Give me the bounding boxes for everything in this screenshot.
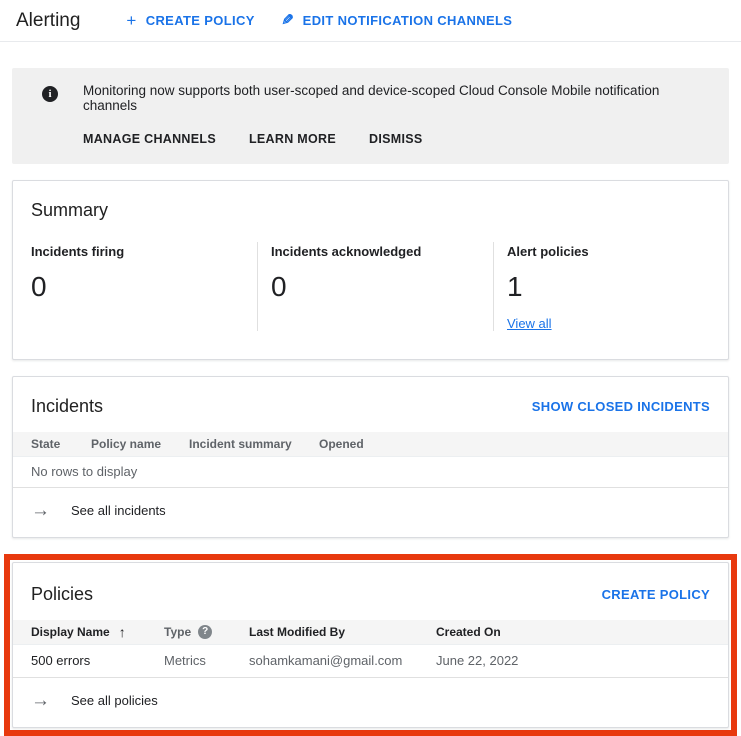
summary-title: Summary xyxy=(31,200,108,221)
stat-label: Incidents acknowledged xyxy=(271,244,483,259)
summary-stats: Incidents firing 0 Incidents acknowledge… xyxy=(13,236,728,359)
summary-card: Summary Incidents firing 0 Incidents ack… xyxy=(12,180,729,360)
info-icon: i xyxy=(42,86,58,102)
column-last-modified-by: Last Modified By xyxy=(249,625,436,639)
create-policy-label: CREATE POLICY xyxy=(146,13,255,28)
incidents-title: Incidents xyxy=(31,396,103,417)
pencil-icon: ✎ xyxy=(281,13,294,28)
column-type-label: Type xyxy=(164,625,191,639)
stat-incidents-firing: Incidents firing 0 xyxy=(13,242,257,331)
stat-alert-policies: Alert policies 1 View all xyxy=(493,242,728,331)
column-policy-name: Policy name xyxy=(91,437,189,451)
column-incident-summary: Incident summary xyxy=(189,437,319,451)
policy-last-modified-by: sohamkamani@gmail.com xyxy=(249,653,436,668)
arrow-right-icon: → xyxy=(31,691,50,710)
dismiss-button[interactable]: DISMISS xyxy=(369,132,423,146)
create-policy-button[interactable]: + CREATE POLICY xyxy=(126,12,254,29)
policies-title: Policies xyxy=(31,584,93,605)
policies-card-head: Policies CREATE POLICY xyxy=(13,563,728,620)
see-all-policies-link[interactable]: → See all policies xyxy=(13,678,728,727)
policies-card: Policies CREATE POLICY Display Name ↑ Ty… xyxy=(12,562,729,728)
page-title: Alerting xyxy=(16,10,80,32)
notification-banner: i Monitoring now supports both user-scop… xyxy=(12,68,729,164)
show-closed-incidents-button[interactable]: SHOW CLOSED INCIDENTS xyxy=(532,399,710,414)
column-type[interactable]: Type ? xyxy=(164,625,249,639)
top-bar: Alerting + CREATE POLICY ✎ EDIT NOTIFICA… xyxy=(0,0,741,42)
learn-more-button[interactable]: LEARN MORE xyxy=(249,132,336,146)
banner-body: Monitoring now supports both user-scoped… xyxy=(83,83,713,146)
incidents-card-head: Incidents SHOW CLOSED INCIDENTS xyxy=(13,377,728,432)
stat-label: Alert policies xyxy=(507,244,718,259)
column-opened: Opened xyxy=(319,437,728,451)
policy-type: Metrics xyxy=(164,653,249,668)
column-display-name[interactable]: Display Name ↑ xyxy=(31,624,164,640)
edit-notification-channels-button[interactable]: ✎ EDIT NOTIFICATION CHANNELS xyxy=(281,13,513,28)
stat-value: 0 xyxy=(31,272,247,303)
view-all-link[interactable]: View all xyxy=(507,316,552,331)
policies-highlight-box: Policies CREATE POLICY Display Name ↑ Ty… xyxy=(4,554,737,736)
stat-incidents-acknowledged: Incidents acknowledged 0 xyxy=(257,242,493,331)
incidents-empty-message: No rows to display xyxy=(13,457,728,488)
column-display-name-label: Display Name xyxy=(31,625,110,639)
see-all-incidents-label: See all incidents xyxy=(71,503,166,518)
summary-card-head: Summary xyxy=(13,181,728,236)
plus-icon: + xyxy=(126,12,136,29)
banner-actions: MANAGE CHANNELS LEARN MORE DISMISS xyxy=(83,132,713,146)
help-icon: ? xyxy=(198,625,212,639)
incidents-card: Incidents SHOW CLOSED INCIDENTS State Po… xyxy=(12,376,729,538)
manage-channels-button[interactable]: MANAGE CHANNELS xyxy=(83,132,216,146)
see-all-incidents-link[interactable]: → See all incidents xyxy=(13,488,728,537)
column-created-on: Created On xyxy=(436,625,728,639)
edit-channels-label: EDIT NOTIFICATION CHANNELS xyxy=(303,13,513,28)
banner-message: Monitoring now supports both user-scoped… xyxy=(83,83,713,113)
see-all-policies-label: See all policies xyxy=(71,693,158,708)
column-state: State xyxy=(31,437,91,451)
stat-label: Incidents firing xyxy=(31,244,247,259)
sort-ascending-icon: ↑ xyxy=(119,624,126,640)
stat-value: 0 xyxy=(271,272,483,303)
policies-table-header: Display Name ↑ Type ? Last Modified By C… xyxy=(13,620,728,645)
arrow-right-icon: → xyxy=(31,501,50,520)
policy-row[interactable]: 500 errors Metrics sohamkamani@gmail.com… xyxy=(13,645,728,678)
policy-display-name: 500 errors xyxy=(31,653,164,668)
create-policy-link[interactable]: CREATE POLICY xyxy=(602,587,710,602)
stat-value: 1 xyxy=(507,272,718,303)
incidents-table-header: State Policy name Incident summary Opene… xyxy=(13,432,728,457)
policy-created-on: June 22, 2022 xyxy=(436,653,728,668)
